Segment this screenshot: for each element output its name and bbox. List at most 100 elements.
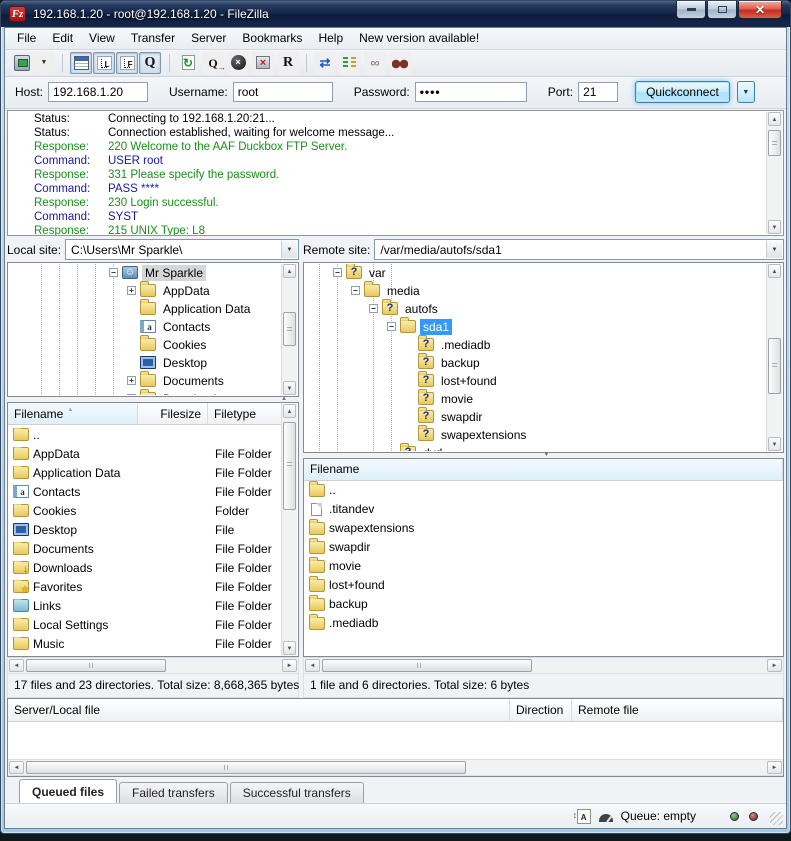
- local-site-combobox[interactable]: C:\Users\Mr Sparkle\ ▼: [65, 239, 299, 260]
- file-row[interactable]: movie: [304, 557, 783, 576]
- chevron-down-icon[interactable]: ▼: [281, 241, 297, 258]
- process-queue-button[interactable]: Q: [202, 52, 224, 74]
- expand-toggle[interactable]: [127, 358, 136, 367]
- expand-toggle[interactable]: −: [369, 304, 378, 313]
- toggle-message-log-button[interactable]: [70, 52, 92, 74]
- tree-item[interactable]: + Documents: [9, 372, 281, 390]
- tree-item[interactable]: Cookies: [9, 336, 281, 354]
- file-row[interactable]: Documents File Folder: [8, 539, 282, 558]
- quickconnect-dropdown[interactable]: ▼: [737, 81, 755, 103]
- node-label[interactable]: movie: [438, 391, 476, 407]
- directory-comparison-button[interactable]: [339, 52, 361, 74]
- tab-queued-files[interactable]: Queued files: [19, 779, 117, 803]
- column-header-filesize[interactable]: Filesize: [138, 403, 208, 424]
- node-label[interactable]: autofs: [402, 301, 441, 317]
- expand-toggle[interactable]: +: [127, 286, 136, 295]
- tree-item[interactable]: .mediadb: [305, 336, 766, 354]
- node-label[interactable]: Contacts: [160, 319, 213, 335]
- column-header-filename[interactable]: Filename: [304, 459, 783, 480]
- site-manager-button[interactable]: [11, 52, 33, 74]
- scroll-down-arrow[interactable]: ▼: [768, 437, 781, 451]
- disconnect-button[interactable]: ×: [252, 52, 274, 74]
- node-label[interactable]: swapextensions: [438, 427, 529, 443]
- port-input[interactable]: [578, 82, 618, 102]
- expand-toggle[interactable]: +: [127, 394, 136, 395]
- file-row[interactable]: ..: [8, 425, 282, 444]
- scrollbar-thumb[interactable]: [768, 130, 781, 156]
- remote-site-combobox[interactable]: /var/media/autofs/sda1 ▼: [374, 239, 784, 260]
- node-label[interactable]: Mr Sparkle: [142, 265, 206, 281]
- scroll-up-arrow[interactable]: ▲: [283, 404, 296, 418]
- tree-item[interactable]: + AppData: [9, 282, 281, 300]
- node-label[interactable]: AppData: [160, 283, 213, 299]
- node-label[interactable]: Desktop: [160, 355, 210, 371]
- scroll-right-arrow[interactable]: ►: [767, 659, 782, 672]
- resize-grip[interactable]: [770, 812, 783, 825]
- scroll-up-arrow[interactable]: ▲: [768, 264, 781, 278]
- quickconnect-button[interactable]: Quickconnect: [635, 81, 730, 103]
- file-row[interactable]: Desktop File: [8, 520, 282, 539]
- menu-item[interactable]: Bookmarks: [234, 28, 310, 48]
- queue-column-local-file[interactable]: Server/Local file: [8, 699, 510, 721]
- tree-item[interactable]: swapdir: [305, 408, 766, 426]
- file-row[interactable]: Downloads File Folder: [8, 558, 282, 577]
- chevron-down-icon[interactable]: ▼: [766, 241, 782, 258]
- tree-item[interactable]: swapextensions: [305, 426, 766, 444]
- tree-item[interactable]: lost+found: [305, 372, 766, 390]
- queue-column-direction[interactable]: Direction: [510, 699, 572, 721]
- expand-toggle[interactable]: [405, 340, 414, 349]
- tree-item[interactable]: + Downloads: [9, 390, 281, 395]
- node-label[interactable]: Cookies: [160, 337, 209, 353]
- scroll-left-arrow[interactable]: ◄: [9, 761, 24, 774]
- host-input[interactable]: [48, 82, 148, 102]
- file-row[interactable]: Application Data File Folder: [8, 463, 282, 482]
- tree-item[interactable]: dvd: [305, 444, 766, 451]
- scrollbar-thumb[interactable]: [283, 312, 296, 346]
- scroll-left-arrow[interactable]: ◄: [9, 659, 24, 672]
- scroll-down-arrow[interactable]: ▼: [283, 641, 296, 655]
- expand-toggle[interactable]: [405, 412, 414, 421]
- site-manager-dropdown[interactable]: ▼: [33, 52, 55, 74]
- expand-toggle[interactable]: −: [387, 322, 396, 331]
- node-label[interactable]: sda1: [420, 319, 452, 335]
- scrollbar-thumb[interactable]: [283, 422, 296, 510]
- expand-toggle[interactable]: [405, 430, 414, 439]
- tree-item[interactable]: − var: [305, 264, 766, 282]
- toggle-queue-button[interactable]: Q: [139, 52, 161, 74]
- scrollbar-thumb[interactable]: [26, 659, 166, 672]
- node-label[interactable]: Application Data: [160, 301, 253, 317]
- node-label[interactable]: media: [384, 283, 423, 299]
- cancel-operation-button[interactable]: ×: [227, 52, 249, 74]
- node-label[interactable]: Documents: [160, 373, 227, 389]
- menu-item[interactable]: Edit: [44, 28, 81, 48]
- node-label[interactable]: backup: [438, 355, 483, 371]
- scrollbar-thumb[interactable]: [26, 761, 466, 774]
- expand-toggle[interactable]: +: [127, 376, 136, 385]
- expand-toggle[interactable]: [405, 394, 414, 403]
- queue-column-remote-file[interactable]: Remote file: [572, 699, 783, 721]
- node-label[interactable]: swapdir: [438, 409, 485, 425]
- toggle-remote-tree-button[interactable]: F: [116, 52, 138, 74]
- expand-toggle[interactable]: [387, 448, 396, 451]
- titlebar[interactable]: Fz 192.168.1.20 - root@192.168.1.20 - Fi…: [1, 1, 790, 27]
- close-button[interactable]: ✕: [738, 1, 782, 19]
- toggle-local-tree-button[interactable]: L: [93, 52, 115, 74]
- file-row[interactable]: lost+found: [304, 576, 783, 595]
- tree-item[interactable]: Contacts: [9, 318, 281, 336]
- scroll-down-arrow[interactable]: ▼: [768, 220, 781, 234]
- scroll-down-arrow[interactable]: ▼: [283, 381, 296, 395]
- expand-toggle[interactable]: −: [351, 286, 360, 295]
- scrollbar-thumb[interactable]: [322, 659, 532, 672]
- menu-item[interactable]: Transfer: [123, 28, 183, 48]
- synchronized-browsing-button[interactable]: ⇄: [314, 52, 336, 74]
- tree-item[interactable]: Application Data: [9, 300, 281, 318]
- reconnect-button[interactable]: R: [277, 52, 299, 74]
- file-row[interactable]: .titandev: [304, 500, 783, 519]
- menu-item[interactable]: New version available!: [351, 28, 487, 48]
- file-row[interactable]: Links File Folder: [8, 596, 282, 615]
- scroll-right-arrow[interactable]: ►: [282, 659, 297, 672]
- username-input[interactable]: [233, 82, 333, 102]
- password-input[interactable]: [415, 82, 527, 102]
- file-row[interactable]: Music File Folder: [8, 634, 282, 653]
- tab-successful-transfers[interactable]: Successful transfers: [230, 782, 364, 803]
